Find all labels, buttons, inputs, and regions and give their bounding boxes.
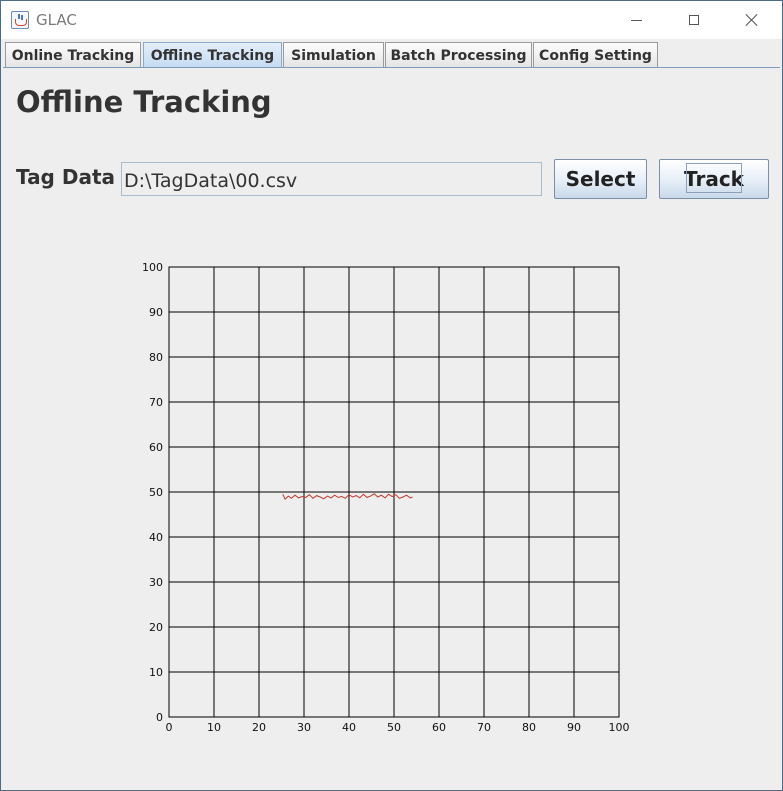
y-tick-label: 60 <box>149 441 163 454</box>
page-title: Offline Tracking <box>16 85 272 119</box>
y-tick-label: 20 <box>149 621 163 634</box>
y-tick-label: 80 <box>149 351 163 364</box>
x-tick-label: 20 <box>252 721 266 734</box>
y-tick-label: 10 <box>149 666 163 679</box>
y-tick-label: 30 <box>149 576 163 589</box>
tab-online-tracking[interactable]: Online Tracking <box>5 42 141 68</box>
tab-offline-tracking[interactable]: Offline Tracking <box>143 42 282 68</box>
minimize-icon <box>630 19 642 21</box>
x-tick-label: 40 <box>342 721 356 734</box>
y-tick-label: 70 <box>149 396 163 409</box>
x-tick-label: 90 <box>567 721 581 734</box>
title-bar[interactable]: GLAC <box>1 1 782 39</box>
close-icon <box>745 13 759 27</box>
y-tick-label: 40 <box>149 531 163 544</box>
window-title: GLAC <box>36 11 77 29</box>
tag-data-label: Tag Data <box>16 165 115 189</box>
x-tick-label: 10 <box>207 721 221 734</box>
tab-divider <box>3 67 780 68</box>
tag-data-path-input[interactable] <box>121 162 542 196</box>
track-button[interactable]: Track <box>659 159 769 199</box>
x-tick-label: 100 <box>609 721 630 734</box>
select-button[interactable]: Select <box>554 159 647 199</box>
y-tick-label: 50 <box>149 486 163 499</box>
tab-simulation[interactable]: Simulation <box>283 42 384 68</box>
x-tick-label: 0 <box>166 721 173 734</box>
x-tick-label: 80 <box>522 721 536 734</box>
minimize-button[interactable] <box>613 1 659 39</box>
maximize-button[interactable] <box>671 1 717 39</box>
app-window: GLAC Online Tracking Offline Tracking Si… <box>0 0 783 791</box>
tab-config-setting[interactable]: Config Setting <box>533 42 658 68</box>
tab-batch-processing[interactable]: Batch Processing <box>385 42 532 68</box>
maximize-icon <box>689 15 699 25</box>
x-tick-label: 30 <box>297 721 311 734</box>
tracking-plot: 0 10 20 30 40 50 60 70 80 90 100 0 10 20 30 40 50 60 70 80 9… <box>142 261 630 734</box>
x-tick-label: 70 <box>477 721 491 734</box>
close-button[interactable] <box>729 1 775 39</box>
x-tick-label: 60 <box>432 721 446 734</box>
y-tick-label: 90 <box>149 306 163 319</box>
y-tick-label: 100 <box>142 261 163 274</box>
java-cup-icon <box>11 11 29 29</box>
x-tick-label: 50 <box>387 721 401 734</box>
y-tick-label: 0 <box>156 711 163 724</box>
